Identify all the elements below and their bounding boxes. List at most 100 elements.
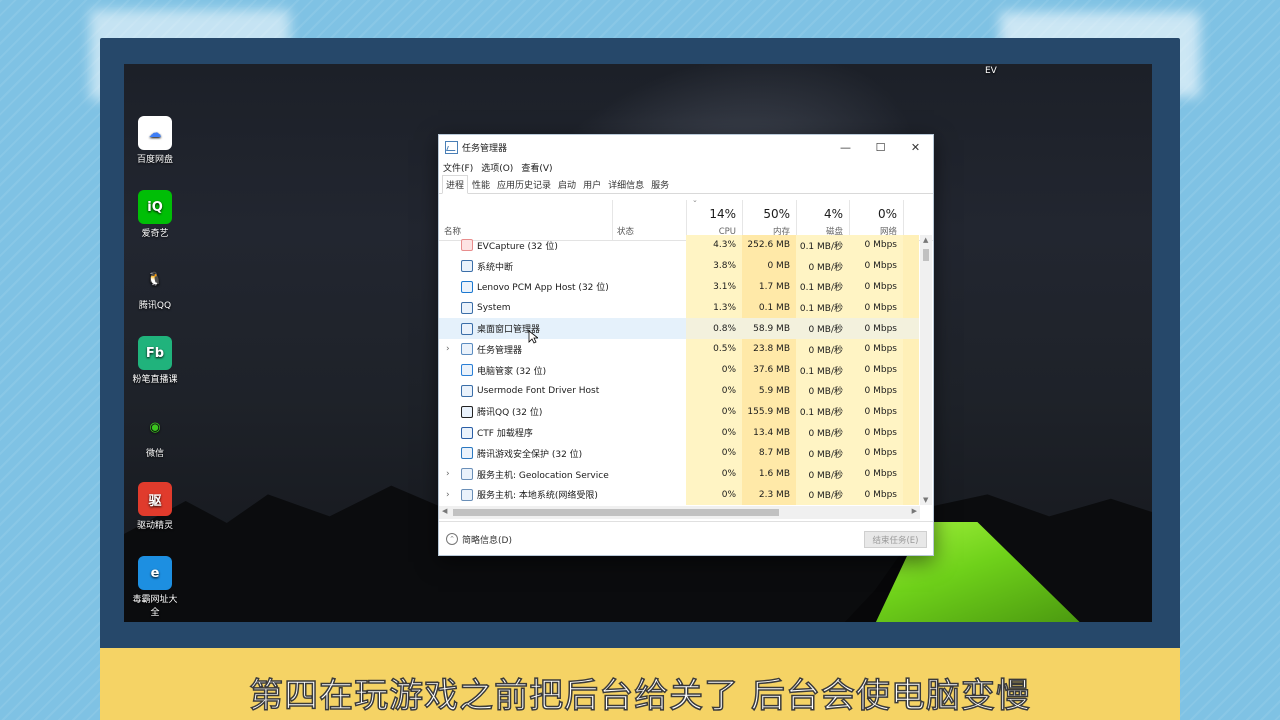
power-usage-cell — [903, 442, 919, 464]
mouse-cursor-icon — [528, 330, 538, 344]
disk-cell: 0 MB/秒 — [796, 255, 849, 277]
maximize-button[interactable]: ☐ — [863, 135, 898, 159]
desktop-icon-wechat[interactable]: ◉ 微信 — [130, 410, 180, 460]
power-usage-cell — [903, 484, 919, 505]
service-host-icon — [461, 488, 473, 501]
column-divider — [903, 200, 904, 240]
tab-performance[interactable]: 性能 — [469, 176, 493, 193]
cpu-cell: 0% — [686, 380, 742, 402]
disk-cell: 0 MB/秒 — [796, 484, 849, 505]
window-title: 任务管理器 — [462, 143, 508, 154]
process-row[interactable]: › 服务主机: 本地系统(网络受限) 0% 2.3 MB 0 MB/秒 0 Mbps — [439, 484, 919, 505]
power-usage-cell — [903, 235, 919, 256]
wechat-icon: ◉ — [149, 419, 161, 435]
cpu-total[interactable]: 14% — [686, 207, 736, 221]
column-header: 名称 状态 ⌄ 14% CPU 50% 内存 4% 磁盘 0% 网络 — [439, 194, 933, 241]
process-row[interactable]: 腾讯QQ (32 位) 0% 155.9 MB 0.1 MB/秒 0 Mbps — [439, 401, 919, 423]
process-row[interactable]: › 任务管理器 0.5% 23.8 MB 0 MB/秒 0 Mbps — [439, 338, 919, 360]
scroll-thumb[interactable] — [923, 249, 929, 261]
close-button[interactable]: ✕ — [898, 135, 933, 159]
process-name: 腾讯QQ (32 位) — [477, 408, 543, 419]
ie-browser-icon: e — [138, 556, 172, 590]
process-row[interactable]: Usermode Font Driver Host 0% 5.9 MB 0 MB/秒 0… — [439, 380, 919, 402]
task-manager-window[interactable]: 任务管理器 — ☐ ✕ 文件(F) 选项(O) 查看(V) 进程 性能 应用历史… — [438, 134, 934, 556]
scroll-thumb-horizontal[interactable] — [453, 509, 779, 516]
end-task-button[interactable]: 结束任务(E) — [864, 531, 927, 548]
process-name: 腾讯游戏安全保护 (32 位) — [477, 449, 583, 460]
desktop-icon-baidu-netdisk[interactable]: ☁ 百度网盘 — [130, 116, 180, 165]
chevron-up-icon: ⌃ — [446, 533, 458, 545]
network-cell: 0 Mbps — [849, 359, 903, 381]
disk-cell: 0 MB/秒 — [796, 442, 849, 464]
menu-view[interactable]: 查看(V) — [521, 161, 552, 174]
disk-cell: 0 MB/秒 — [796, 463, 849, 485]
network-cell: 0 Mbps — [849, 235, 903, 256]
process-name: 任务管理器 — [477, 345, 523, 356]
scroll-down-icon[interactable]: ▼ — [923, 496, 928, 504]
process-row[interactable]: 系统中断 3.8% 0 MB 0 MB/秒 0 Mbps — [439, 255, 919, 277]
expand-chevron-icon[interactable]: › — [446, 344, 450, 354]
tab-app-history[interactable]: 应用历史记录 — [494, 176, 554, 193]
menu-bar: 文件(F) 选项(O) 查看(V) — [439, 159, 933, 175]
desktop-icon-qq-penguin[interactable]: 🐧 腾讯QQ — [130, 262, 180, 312]
process-row[interactable]: 桌面窗口管理器 0.8% 58.9 MB 0 MB/秒 0 Mbps — [439, 318, 919, 339]
process-row[interactable]: System 1.3% 0.1 MB 0.1 MB/秒 0 Mbps — [439, 297, 919, 319]
process-row[interactable]: 腾讯游戏安全保护 (32 位) 0% 8.7 MB 0 MB/秒 0 Mbps — [439, 442, 919, 464]
power-usage-cell — [903, 255, 919, 277]
process-row[interactable]: Lenovo PCM App Host (32 位) 3.1% 1.7 MB 0.1 … — [439, 276, 919, 298]
memory-total[interactable]: 50% — [742, 207, 790, 221]
scroll-right-icon[interactable]: ▶ — [912, 507, 917, 515]
lenovo-icon — [461, 280, 473, 293]
memory-cell: 58.9 MB — [742, 318, 796, 339]
tab-services[interactable]: 服务 — [648, 176, 672, 193]
memory-cell: 0 MB — [742, 255, 796, 277]
process-row[interactable]: CTF 加载程序 0% 13.4 MB 0 MB/秒 0 Mbps — [439, 422, 919, 443]
scroll-up-icon[interactable]: ▲ — [923, 236, 928, 244]
cpu-cell: 0.8% — [686, 318, 742, 339]
desktop-icon-driver-genius[interactable]: 驱驱动精灵 — [130, 482, 180, 531]
power-usage-cell — [903, 276, 919, 298]
desktop-icon-label: 粉笔直播课 — [132, 375, 178, 385]
desktop-icon-ie-browser[interactable]: e 毒霸网址大全 — [130, 556, 180, 618]
cpu-cell: 1.3% — [686, 297, 742, 319]
cpu-cell: 3.8% — [686, 255, 742, 277]
network-cell: 0 Mbps — [849, 422, 903, 443]
desktop-icon-fenbi[interactable]: Fb 粉笔直播课 — [130, 336, 180, 385]
memory-cell: 23.8 MB — [742, 338, 796, 360]
process-row[interactable]: 电脑管家 (32 位) 0% 37.6 MB 0.1 MB/秒 0 Mbps — [439, 359, 919, 381]
brief-info-button[interactable]: ⌃ 简略信息(D) — [446, 533, 512, 546]
tab-details[interactable]: 详细信息 — [605, 176, 647, 193]
system-process-icon — [461, 301, 473, 314]
desktop-label-ev[interactable]: EV — [985, 66, 997, 76]
vertical-scrollbar[interactable]: ▲ ▼ — [920, 235, 932, 505]
tab-startup[interactable]: 启动 — [555, 176, 579, 193]
qq-penguin-icon: 🐧 — [146, 271, 164, 287]
network-cell: 0 Mbps — [849, 297, 903, 319]
tab-processes[interactable]: 进程 — [442, 175, 469, 194]
process-name: CTF 加载程序 — [477, 429, 533, 440]
process-name: 服务主机: 本地系统(网络受限) — [477, 491, 598, 502]
tab-strip: 进程 性能 应用历史记录 启动 用户 详细信息 服务 — [439, 175, 933, 194]
minimize-button[interactable]: — — [828, 135, 863, 159]
service-host-icon — [461, 468, 473, 481]
process-name: EVCapture (32 位) — [477, 241, 558, 252]
menu-options[interactable]: 选项(O) — [481, 161, 513, 174]
ctf-loader-icon — [461, 426, 473, 439]
horizontal-scrollbar[interactable]: ◀ ▶ — [439, 506, 920, 519]
menu-file[interactable]: 文件(F) — [443, 161, 473, 174]
expand-chevron-icon[interactable]: › — [446, 490, 450, 500]
expand-chevron-icon[interactable]: › — [446, 469, 450, 479]
memory-cell: 0.1 MB — [742, 297, 796, 319]
sort-chevron-icon: ⌄ — [692, 196, 698, 204]
memory-cell: 37.6 MB — [742, 359, 796, 381]
title-bar[interactable]: 任务管理器 — ☐ ✕ — [439, 135, 933, 159]
process-row[interactable]: EVCapture (32 位) 4.3% 252.6 MB 0.1 MB/秒 0 Mb… — [439, 235, 919, 256]
qq-penguin-icon — [461, 405, 473, 418]
desktop-icon-iqiyi[interactable]: iQ 爱奇艺 — [130, 190, 180, 239]
process-row[interactable]: › 服务主机: Geolocation Service 0% 1.6 MB 0 MB/秒… — [439, 463, 919, 485]
disk-total[interactable]: 4% — [796, 207, 843, 221]
tab-users[interactable]: 用户 — [580, 176, 604, 193]
memory-cell: 8.7 MB — [742, 442, 796, 464]
scroll-left-icon[interactable]: ◀ — [442, 507, 447, 515]
network-total[interactable]: 0% — [849, 207, 897, 221]
